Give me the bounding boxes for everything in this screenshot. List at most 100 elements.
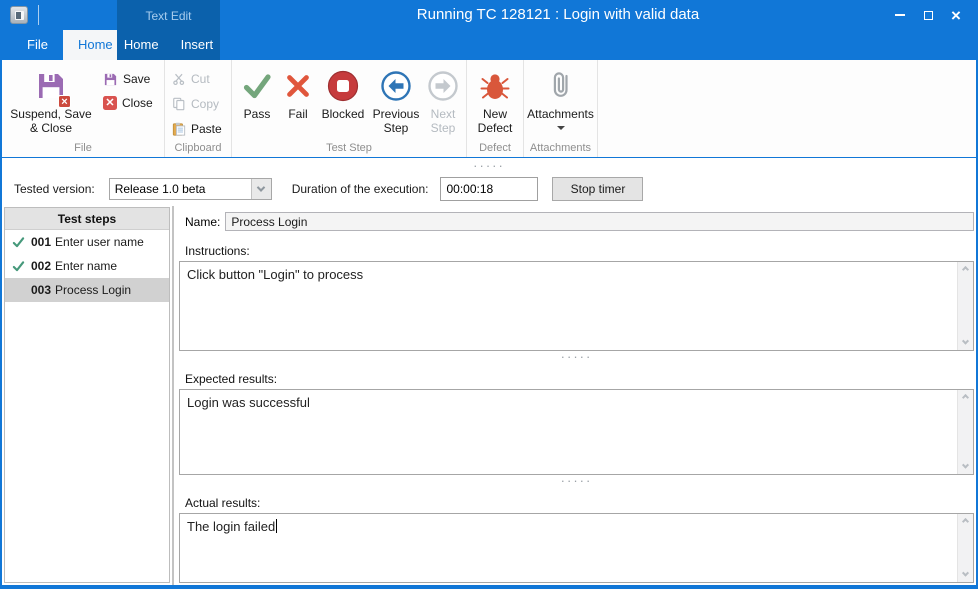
scroll-up-icon <box>962 394 969 401</box>
close-label: Close <box>122 96 153 110</box>
fail-button[interactable]: Fail <box>279 63 317 122</box>
scroll-down-icon <box>962 462 969 469</box>
chevron-down-icon <box>257 183 265 191</box>
step-name-field[interactable] <box>225 212 974 231</box>
text-cursor <box>276 519 277 533</box>
copy-label: Copy <box>191 97 219 111</box>
duration-field[interactable] <box>440 177 538 201</box>
close-icon: × <box>951 7 961 24</box>
instructions-textbox[interactable]: Click button "Login" to process <box>179 261 974 351</box>
pass-button[interactable]: Pass <box>235 63 279 122</box>
copy-icon <box>172 97 186 111</box>
next-step-icon <box>427 67 459 105</box>
instructions-scrollbar[interactable] <box>957 262 973 350</box>
previous-step-label: Previous Step <box>369 108 423 136</box>
instructions-text: Click button "Login" to process <box>180 262 973 282</box>
maximize-icon <box>924 11 933 20</box>
previous-step-icon <box>380 67 412 105</box>
test-steps-header: Test steps <box>5 208 169 230</box>
suspend-save-icon: × <box>35 67 67 105</box>
copy-button[interactable]: Copy <box>172 94 222 114</box>
titlebar-separator <box>38 5 39 25</box>
main-content: Test steps 001 Enter user name 002 Enter… <box>2 206 976 585</box>
check-icon <box>5 236 31 249</box>
expected-results-label: Expected results: <box>185 372 974 386</box>
test-step-row-001[interactable]: 001 Enter user name <box>5 230 169 254</box>
test-step-row-002[interactable]: 002 Enter name <box>5 254 169 278</box>
app-window: Running TC 128121 : Login with valid dat… <box>0 0 978 589</box>
step-label: Enter name <box>55 259 117 273</box>
attachments-group-label: Attachments <box>524 140 597 157</box>
pass-label: Pass <box>244 108 271 122</box>
combo-dropdown-button[interactable] <box>251 179 271 199</box>
fail-label: Fail <box>288 108 307 122</box>
close-test-button[interactable]: ✕ Close <box>103 93 153 113</box>
step-number: 002 <box>31 259 51 273</box>
save-label: Save <box>123 72 150 86</box>
tab-texedit-home[interactable]: Home <box>113 30 170 60</box>
tested-version-combobox[interactable] <box>109 178 272 200</box>
maximize-button[interactable] <box>914 0 942 30</box>
ribbon-group-defect: New Defect Defect <box>467 60 524 157</box>
paste-icon <box>172 122 186 136</box>
save-icon <box>103 72 118 87</box>
name-label: Name: <box>185 215 220 229</box>
paste-label: Paste <box>191 122 222 136</box>
bug-icon <box>479 67 511 105</box>
section-splitter-handle[interactable]: ····· <box>179 475 974 487</box>
cut-button[interactable]: Cut <box>172 69 222 89</box>
next-step-label: Next Step <box>423 108 463 136</box>
ribbon-group-test-step: Pass Fail Blocked <box>232 60 467 157</box>
app-icon[interactable] <box>10 6 28 24</box>
actual-results-scrollbar[interactable] <box>957 514 973 582</box>
instructions-label: Instructions: <box>185 244 974 258</box>
attachments-label: Attachments <box>527 108 594 122</box>
actual-results-label: Actual results: <box>185 496 974 510</box>
cut-label: Cut <box>191 72 210 86</box>
paperclip-icon <box>546 67 576 105</box>
blocked-stop-icon <box>326 67 360 105</box>
contextual-tab-group: Text Edit Home Insert <box>117 0 220 60</box>
test-steps-panel: Test steps 001 Enter user name 002 Enter… <box>4 207 170 583</box>
tested-version-value[interactable] <box>110 179 271 199</box>
previous-step-button[interactable]: Previous Step <box>369 63 423 136</box>
test-step-row-003[interactable]: 003 Process Login <box>5 278 169 302</box>
section-splitter-handle[interactable]: ····· <box>179 351 974 363</box>
clipboard-group-label: Clipboard <box>165 140 231 157</box>
next-step-button[interactable]: Next Step <box>423 63 463 136</box>
scissors-icon <box>172 72 186 86</box>
window-title: Running TC 128121 : Login with valid dat… <box>220 0 896 30</box>
actual-results-textbox[interactable]: The login failed <box>179 513 974 583</box>
ribbon-splitter-handle[interactable]: ····· <box>2 160 976 172</box>
test-step-group-label: Test Step <box>232 140 466 157</box>
minimize-icon <box>895 14 905 16</box>
tested-version-label: Tested version: <box>14 182 95 196</box>
stop-timer-button[interactable]: Stop timer <box>552 177 643 201</box>
step-label: Enter user name <box>55 235 144 249</box>
attachments-button[interactable]: Attachments <box>527 63 594 130</box>
step-number: 001 <box>31 235 51 249</box>
tab-texedit-insert[interactable]: Insert <box>170 30 225 60</box>
minimize-button[interactable] <box>886 0 914 30</box>
actual-results-text: The login failed <box>187 519 275 534</box>
file-group-label: File <box>2 140 164 157</box>
expected-results-textbox[interactable]: Login was successful <box>179 389 974 475</box>
tab-file[interactable]: File <box>12 30 63 60</box>
expected-results-scrollbar[interactable] <box>957 390 973 474</box>
blocked-button[interactable]: Blocked <box>317 63 369 122</box>
scroll-up-icon <box>962 266 969 273</box>
new-defect-button[interactable]: New Defect <box>471 63 519 136</box>
save-button[interactable]: Save <box>103 69 153 89</box>
new-defect-label: New Defect <box>471 108 519 136</box>
ribbon-group-clipboard: Cut Copy <box>165 60 232 157</box>
ribbon-group-file: × Suspend, Save & Close <box>2 60 165 157</box>
blocked-label: Blocked <box>322 108 365 122</box>
expected-results-text: Login was successful <box>180 390 973 410</box>
ribbon-group-attachments: Attachments Attachments <box>524 60 598 157</box>
step-label: Process Login <box>55 283 131 297</box>
close-button[interactable]: × <box>942 0 970 30</box>
scroll-down-icon <box>962 338 969 345</box>
paste-button[interactable]: Paste <box>172 119 222 139</box>
fail-x-icon <box>283 67 313 105</box>
suspend-save-close-button[interactable]: × Suspend, Save & Close <box>5 63 97 136</box>
